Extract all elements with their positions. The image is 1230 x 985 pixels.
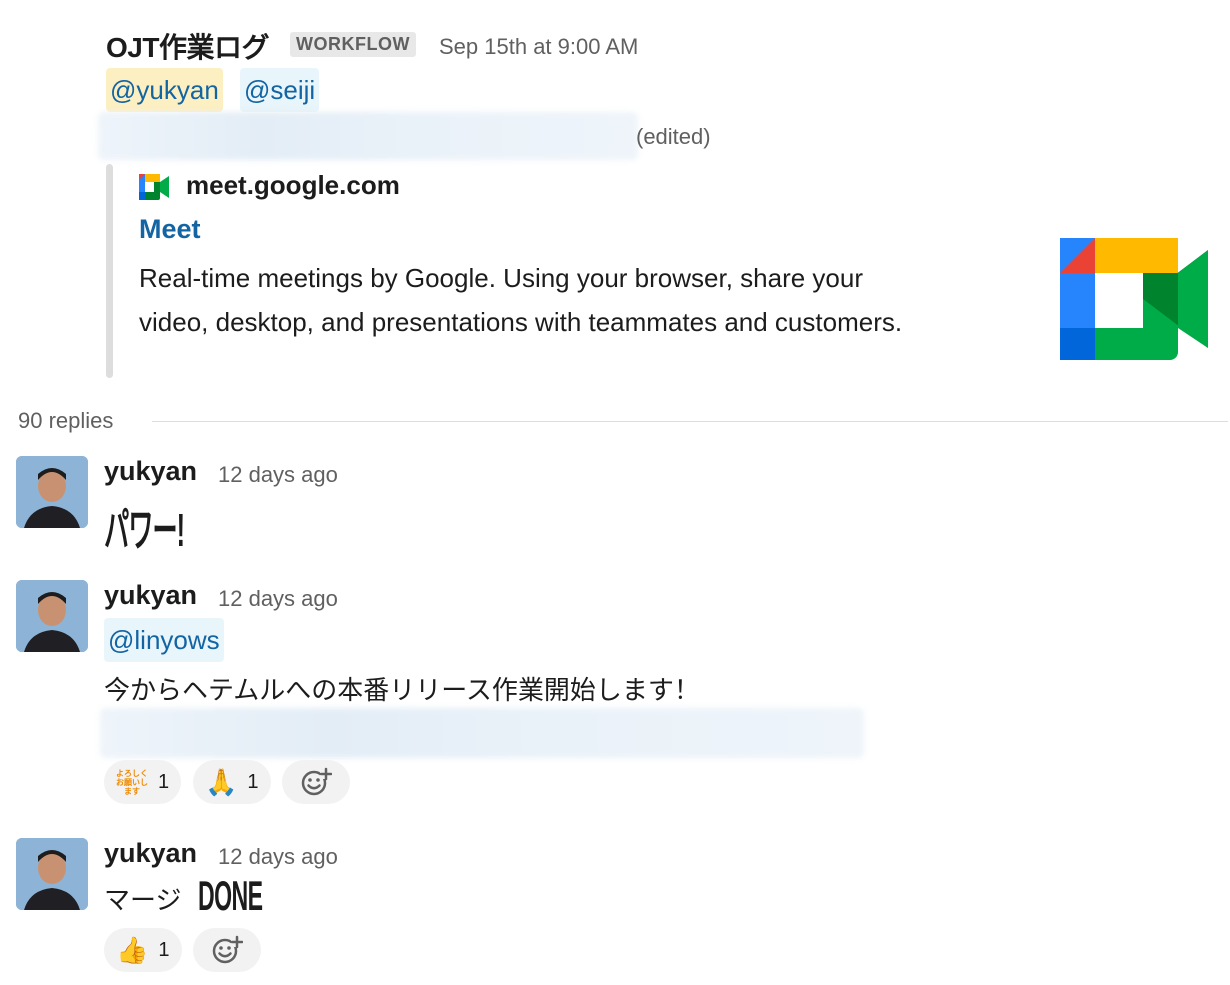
mention-seiji[interactable]: @seiji [240,68,320,112]
attachment-description-line: Real-time meetings by Google. Using your… [139,263,863,293]
add-reaction-button[interactable] [193,928,261,972]
workflow-badge: WORKFLOW [290,32,416,57]
replies-count: 90 replies [18,408,114,433]
mention-yukyan[interactable]: @yukyan [106,68,223,112]
reaction-thumbsup[interactable]: 👍 1 [104,928,182,972]
mention-linyows[interactable]: @linyows [104,618,224,662]
attachment-bar [106,164,113,378]
edited-label: (edited) [636,124,711,149]
add-reaction-icon [301,767,332,796]
blurred-text [100,708,864,758]
add-reaction-icon [212,935,243,964]
custom-emoji-done[interactable]: DONE [198,872,263,920]
attachment-title-link[interactable]: Meet [139,214,201,245]
add-reaction-button[interactable] [282,760,350,804]
message-author[interactable]: yukyan [104,838,197,869]
attachment-description-line: video, desktop, and presentations with t… [139,307,903,337]
google-meet-favicon-icon [139,174,169,200]
avatar-photo-icon [16,838,88,910]
message-author[interactable]: yukyan [104,580,197,611]
pray-icon: 🙏 [205,767,238,797]
reaction-count: 1 [158,770,170,793]
avatar-photo-icon [16,580,88,652]
reaction-yoroshiku[interactable]: よろしくお願いします 1 [104,760,182,804]
message-author[interactable]: yukyan [104,456,197,487]
yoroshiku-onegaishimasu-icon: よろしくお願いします [116,768,148,796]
avatar[interactable] [16,456,88,528]
attachment-description: Real-time meetings by Google. Using your… [139,256,1039,344]
message-timestamp[interactable]: 12 days ago [218,462,338,488]
message-timestamp[interactable]: 12 days ago [218,586,338,612]
reaction-count: 1 [247,770,259,793]
custom-emoji-power[interactable]: パワー! [104,494,185,560]
avatar[interactable] [16,580,88,652]
message-timestamp[interactable]: Sep 15th at 9:00 AM [439,34,638,60]
replies-divider [152,421,1228,422]
message-text: 今からヘテムルへの本番リリース作業開始します！ [104,675,700,705]
message-timestamp[interactable]: 12 days ago [218,844,338,870]
attachment-domain[interactable]: meet.google.com [186,170,400,201]
google-meet-logo-icon [1060,238,1208,360]
thumbsup-icon: 👍 [116,935,149,965]
avatar-photo-icon [16,456,88,528]
blurred-text [98,112,638,160]
message-text: マージ [104,885,182,915]
workflow-name[interactable]: OJT作業ログ [106,26,269,66]
reaction-count: 1 [158,938,170,961]
avatar[interactable] [16,838,88,910]
reaction-pray[interactable]: 🙏 1 [193,760,271,804]
